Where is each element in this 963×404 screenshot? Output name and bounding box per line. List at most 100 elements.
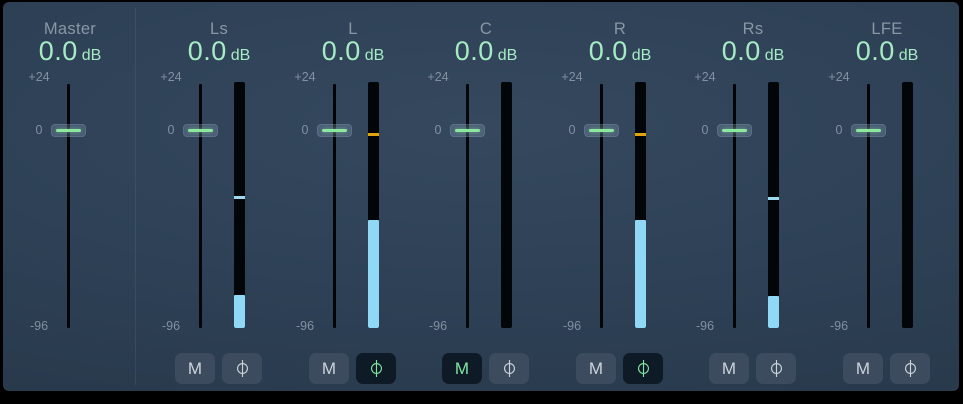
scale-label-minus96: -96 bbox=[809, 320, 869, 333]
gain-value-unit: dB bbox=[498, 47, 518, 64]
mute-button-r[interactable]: M bbox=[576, 353, 616, 384]
gain-value-unit: dB bbox=[82, 47, 102, 64]
scale-label-minus96: -96 bbox=[542, 320, 602, 333]
meter-fill bbox=[234, 295, 245, 328]
channel-buttons: M bbox=[843, 353, 930, 384]
fader-track[interactable] bbox=[867, 84, 870, 328]
peak-hold-indicator bbox=[234, 196, 245, 199]
channel-master: Master 0.0dB +24 0 -96 bbox=[10, 2, 130, 391]
level-meter-ls bbox=[234, 82, 245, 328]
fader-track[interactable] bbox=[733, 84, 736, 328]
fader-track[interactable] bbox=[333, 84, 336, 328]
peak-hold-indicator bbox=[368, 133, 379, 136]
master-section-divider bbox=[135, 8, 136, 385]
fader-track[interactable] bbox=[199, 84, 202, 328]
channel-buttons: M bbox=[576, 353, 663, 384]
gain-value-number: 0.0 bbox=[455, 36, 494, 66]
level-meter-r bbox=[635, 82, 646, 328]
gain-value-unit: dB bbox=[899, 47, 919, 64]
phase-button-r[interactable] bbox=[623, 353, 663, 384]
mute-button-rs[interactable]: M bbox=[709, 353, 749, 384]
scale-label-minus96: -96 bbox=[9, 320, 69, 333]
phase-button-ls[interactable] bbox=[222, 353, 262, 384]
meter-fill bbox=[368, 220, 379, 328]
gain-value[interactable]: 0.0dB bbox=[827, 36, 947, 67]
gain-value[interactable]: 0.0dB bbox=[426, 36, 546, 67]
channel-rs: Rs 0.0dB +24 0 -96 M bbox=[693, 2, 813, 391]
channel-buttons: M bbox=[709, 353, 796, 384]
phase-button-rs[interactable] bbox=[756, 353, 796, 384]
fader-thumb-rs[interactable] bbox=[717, 124, 752, 137]
meter-fill bbox=[635, 220, 646, 328]
channel-l: L 0.0dB +24 0 -96 M bbox=[293, 2, 413, 391]
channel-ls: Ls 0.0dB +24 0 -96 M bbox=[159, 2, 279, 391]
mute-button-label: M bbox=[188, 360, 202, 377]
gain-value[interactable]: 0.0dB bbox=[560, 36, 680, 67]
channel-buttons: M bbox=[442, 353, 529, 384]
scale-label-minus96: -96 bbox=[141, 320, 201, 333]
phase-invert-icon bbox=[234, 356, 251, 381]
level-meter-lfe bbox=[902, 82, 913, 328]
channel-buttons: M bbox=[309, 353, 396, 384]
fader-thumb-c[interactable] bbox=[450, 124, 485, 137]
gain-value-number: 0.0 bbox=[722, 36, 761, 66]
peak-hold-indicator bbox=[768, 197, 779, 200]
meter-fill bbox=[768, 296, 779, 328]
level-meter-c bbox=[501, 82, 512, 328]
mute-button-ls[interactable]: M bbox=[175, 353, 215, 384]
surround-gain-panel: Master 0.0dB +24 0 -96 Ls 0.0dB +24 0 -9… bbox=[3, 2, 959, 391]
phase-button-l[interactable] bbox=[356, 353, 396, 384]
fader-track[interactable] bbox=[67, 84, 70, 328]
scale-label-plus24: +24 bbox=[675, 71, 735, 84]
fader-thumb-line bbox=[589, 129, 614, 132]
channel-buttons: M bbox=[175, 353, 262, 384]
gain-value-number: 0.0 bbox=[39, 36, 78, 66]
gain-value-unit: dB bbox=[365, 47, 385, 64]
scale-label-plus24: +24 bbox=[408, 71, 468, 84]
phase-button-c[interactable] bbox=[489, 353, 529, 384]
gain-value-unit: dB bbox=[231, 47, 251, 64]
channel-lfe: LFE 0.0dB +24 0 -96 M bbox=[827, 2, 947, 391]
mute-button-lfe[interactable]: M bbox=[843, 353, 883, 384]
fader-track[interactable] bbox=[466, 84, 469, 328]
mute-button-label: M bbox=[856, 360, 870, 377]
channel-r: R 0.0dB +24 0 -96 M bbox=[560, 2, 680, 391]
fader-thumb-l[interactable] bbox=[317, 124, 352, 137]
scale-label-plus24: +24 bbox=[542, 71, 602, 84]
scale-label-plus24: +24 bbox=[9, 71, 69, 84]
scale-label-plus24: +24 bbox=[141, 71, 201, 84]
fader-thumb-line bbox=[856, 129, 881, 132]
channel-c: C 0.0dB +24 0 -96 M bbox=[426, 2, 546, 391]
gain-value[interactable]: 0.0dB bbox=[159, 36, 279, 67]
phase-invert-icon bbox=[902, 356, 919, 381]
fader-thumb-line bbox=[56, 129, 81, 132]
phase-invert-icon bbox=[368, 356, 385, 381]
mute-button-label: M bbox=[722, 360, 736, 377]
gain-value-number: 0.0 bbox=[322, 36, 361, 66]
mute-button-label: M bbox=[455, 360, 469, 377]
mute-button-label: M bbox=[589, 360, 603, 377]
fader-thumb-r[interactable] bbox=[584, 124, 619, 137]
phase-invert-icon bbox=[501, 356, 518, 381]
scale-label-plus24: +24 bbox=[275, 71, 335, 84]
plugin-window-frame: Master 0.0dB +24 0 -96 Ls 0.0dB +24 0 -9… bbox=[0, 0, 963, 404]
gain-value[interactable]: 0.0dB bbox=[693, 36, 813, 67]
fader-thumb-line bbox=[188, 129, 213, 132]
gain-value[interactable]: 0.0dB bbox=[10, 36, 130, 67]
phase-button-lfe[interactable] bbox=[890, 353, 930, 384]
scale-label-minus96: -96 bbox=[408, 320, 468, 333]
phase-invert-icon bbox=[635, 356, 652, 381]
peak-hold-indicator bbox=[635, 133, 646, 136]
phase-invert-icon bbox=[768, 356, 785, 381]
fader-thumb-ls[interactable] bbox=[183, 124, 218, 137]
fader-thumb-lfe[interactable] bbox=[851, 124, 886, 137]
scale-label-plus24: +24 bbox=[809, 71, 869, 84]
gain-value-number: 0.0 bbox=[589, 36, 628, 66]
scale-label-minus96: -96 bbox=[675, 320, 735, 333]
gain-value[interactable]: 0.0dB bbox=[293, 36, 413, 67]
fader-thumb-master[interactable] bbox=[51, 124, 86, 137]
fader-track[interactable] bbox=[600, 84, 603, 328]
mute-button-l[interactable]: M bbox=[309, 353, 349, 384]
level-meter-rs bbox=[768, 82, 779, 328]
mute-button-c[interactable]: M bbox=[442, 353, 482, 384]
